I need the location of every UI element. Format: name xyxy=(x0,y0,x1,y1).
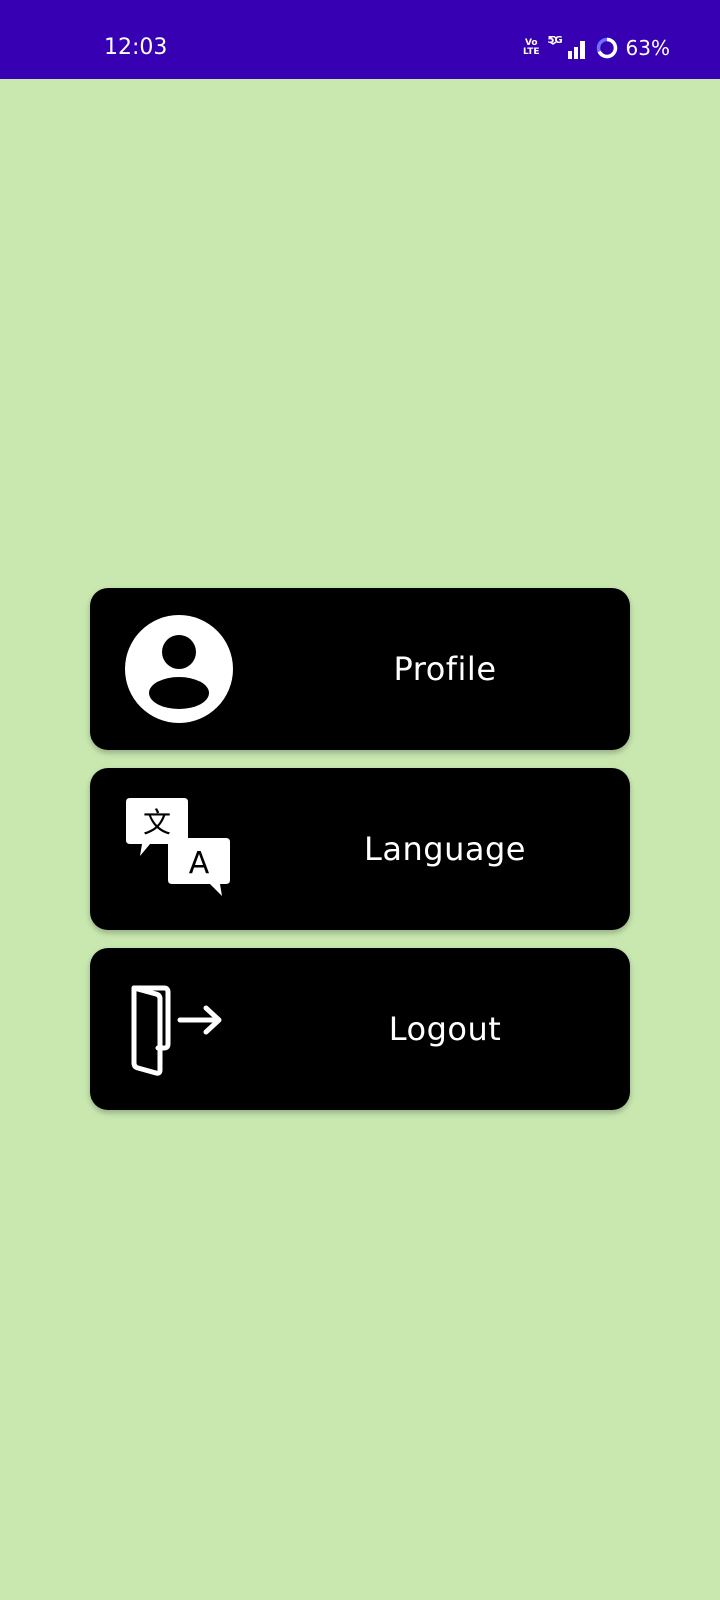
battery-percent: 63% xyxy=(625,36,670,60)
signal-icon: 5G xyxy=(547,35,588,60)
network-type-label: 5G xyxy=(547,35,563,46)
volte-bottom-label: LTE xyxy=(523,47,540,57)
battery-icon xyxy=(596,37,617,59)
translate-icon: 文 A xyxy=(124,794,234,904)
profile-button[interactable]: Profile xyxy=(90,588,630,750)
volte-indicator: Vo LTE xyxy=(523,39,540,57)
logout-button[interactable]: Logout xyxy=(90,948,630,1110)
status-icons: Vo LTE 5G 63% xyxy=(523,33,670,63)
account-circle-icon xyxy=(124,614,234,724)
language-label: Language xyxy=(364,830,526,868)
profile-label: Profile xyxy=(393,650,497,688)
logout-label: Logout xyxy=(388,1010,502,1048)
status-time: 12:03 xyxy=(104,35,168,60)
translate-glyph-bottom: A xyxy=(189,846,210,881)
language-button[interactable]: 文 A Language xyxy=(90,768,630,930)
translate-glyph-top: 文 xyxy=(143,806,171,839)
logout-door-icon xyxy=(124,974,234,1084)
status-bar: 12:03 Vo LTE 5G 63% xyxy=(0,0,720,79)
